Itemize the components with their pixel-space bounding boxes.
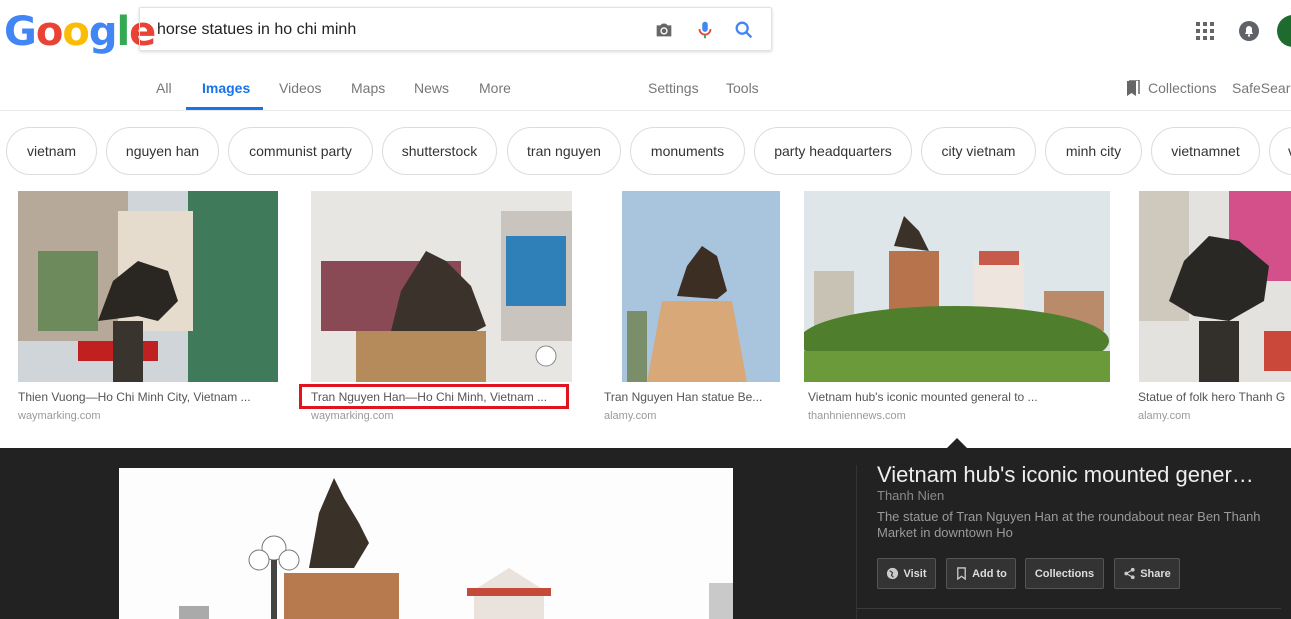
tab-settings[interactable]: Settings bbox=[648, 80, 699, 96]
bookmark-icon bbox=[1127, 80, 1140, 96]
visit-label: Visit bbox=[903, 567, 927, 580]
chip-communist-party[interactable]: communist party bbox=[228, 127, 373, 175]
chip-nguyen-han[interactable]: nguyen han bbox=[106, 127, 219, 175]
notifications-bell-icon[interactable] bbox=[1239, 21, 1259, 41]
tab-collections[interactable]: Collections bbox=[1148, 80, 1216, 96]
logo-letter: l bbox=[116, 9, 130, 55]
chip-tran-nguyen[interactable]: tran nguyen bbox=[507, 127, 621, 175]
tab-all[interactable]: All bbox=[156, 80, 172, 96]
tab-maps[interactable]: Maps bbox=[351, 80, 385, 96]
result-image-2[interactable] bbox=[311, 191, 572, 382]
apps-grid-icon[interactable] bbox=[1196, 22, 1214, 40]
chip-party-headquarters[interactable]: party headquarters bbox=[754, 127, 912, 175]
share-button[interactable]: Share bbox=[1114, 558, 1180, 589]
add-to-button[interactable]: Add to bbox=[946, 558, 1016, 589]
visit-button[interactable]: Visit bbox=[877, 558, 936, 589]
result-source-3: alamy.com bbox=[604, 410, 657, 422]
result-caption-1[interactable]: Thien Vuong—Ho Chi Minh City, Vietnam ..… bbox=[18, 390, 283, 404]
tab-tools[interactable]: Tools bbox=[726, 80, 759, 96]
result-source-5: alamy.com bbox=[1138, 410, 1191, 422]
chip-city-vietnam[interactable]: city vietnam bbox=[921, 127, 1036, 175]
camera-icon[interactable] bbox=[653, 19, 675, 41]
google-logo[interactable]: Google bbox=[4, 9, 156, 55]
logo-letter: g bbox=[88, 9, 118, 55]
search-icon[interactable] bbox=[733, 19, 755, 41]
tab-more[interactable]: More bbox=[479, 80, 511, 96]
result-image-1[interactable] bbox=[18, 191, 278, 382]
tab-safesearch[interactable]: SafeSearch bbox=[1232, 80, 1291, 96]
highlight-box bbox=[299, 384, 569, 409]
chip-vietnam[interactable]: vietnam bbox=[6, 127, 97, 175]
result-caption-4[interactable]: Vietnam hub's iconic mounted general to … bbox=[808, 390, 1108, 404]
tab-videos[interactable]: Videos bbox=[279, 80, 322, 96]
preview-image[interactable] bbox=[119, 468, 733, 619]
logo-letter: o bbox=[62, 9, 90, 55]
result-source-4: thanhniennews.com bbox=[808, 410, 906, 422]
result-image-3[interactable] bbox=[622, 191, 780, 382]
result-caption-5[interactable]: Statue of folk hero Thanh G bbox=[1138, 390, 1291, 404]
panel-description: The statue of Tran Nguyen Han at the rou… bbox=[877, 509, 1261, 540]
tab-news[interactable]: News bbox=[414, 80, 449, 96]
search-tabs: All Images Videos Maps News More Setting… bbox=[0, 65, 1291, 111]
search-box[interactable]: horse statues in ho chi minh bbox=[139, 7, 772, 51]
chip-minh-city[interactable]: minh city bbox=[1045, 127, 1142, 175]
chip-vietnamnet[interactable]: vietnamnet bbox=[1151, 127, 1260, 175]
logo-letter: o bbox=[35, 9, 64, 55]
panel-divider bbox=[856, 465, 857, 619]
chip-shutterstock[interactable]: shutterstock bbox=[382, 127, 497, 175]
share-label: Share bbox=[1140, 567, 1171, 580]
add-to-label: Add to bbox=[972, 567, 1007, 580]
result-source-1: waymarking.com bbox=[18, 410, 101, 422]
globe-icon bbox=[887, 567, 899, 580]
panel-title[interactable]: Vietnam hub's iconic mounted gener… bbox=[877, 462, 1254, 488]
chip-monuments[interactable]: monuments bbox=[630, 127, 745, 175]
result-caption-3[interactable]: Tran Nguyen Han statue Be... bbox=[604, 390, 779, 404]
logo-letter: G bbox=[4, 9, 37, 55]
account-avatar[interactable] bbox=[1277, 15, 1291, 47]
result-image-5[interactable] bbox=[1139, 191, 1291, 382]
panel-site: Thanh Nien bbox=[877, 488, 945, 503]
collections-button[interactable]: Collections bbox=[1025, 558, 1104, 589]
result-source-2: waymarking.com bbox=[311, 410, 394, 422]
panel-separator bbox=[857, 608, 1281, 609]
bookmark-outline-icon bbox=[957, 567, 966, 580]
search-input[interactable]: horse statues in ho chi minh bbox=[157, 21, 356, 39]
chip-partial[interactable]: v bbox=[1269, 127, 1291, 175]
active-tab-indicator bbox=[186, 107, 263, 110]
collections-label: Collections bbox=[1034, 567, 1095, 580]
tab-images[interactable]: Images bbox=[202, 80, 250, 96]
microphone-icon[interactable] bbox=[694, 19, 716, 41]
result-image-4[interactable] bbox=[804, 191, 1110, 382]
share-icon bbox=[1124, 567, 1135, 580]
